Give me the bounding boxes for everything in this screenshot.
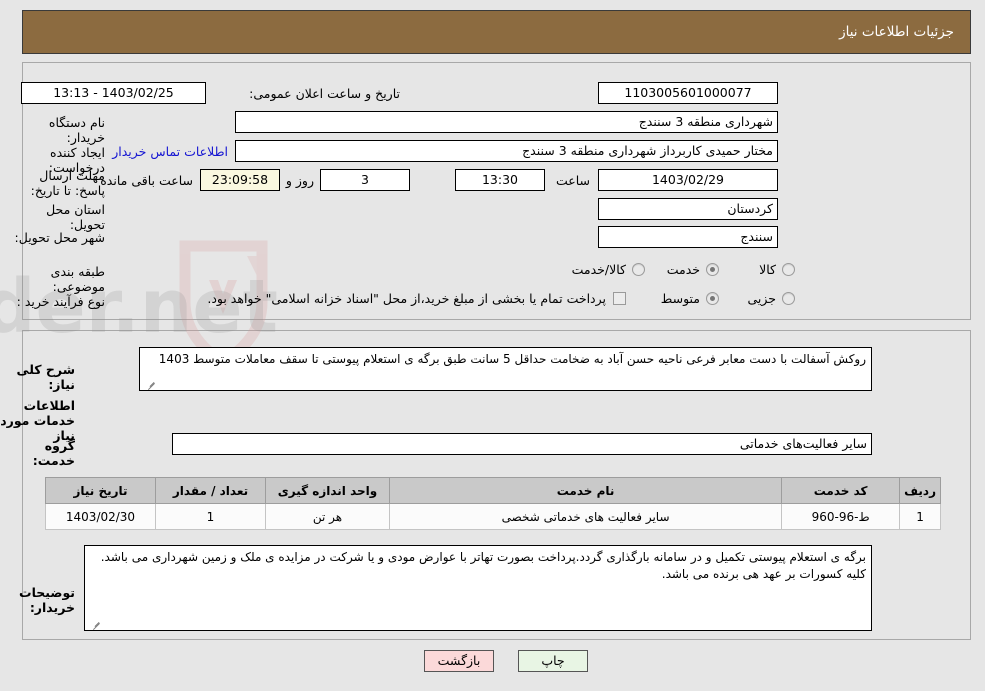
service-group-value: سایر فعالیت‌های خدماتی	[172, 433, 872, 455]
table-row: 1 ط-96-960 سایر فعالیت های خدماتی شخصی ه…	[45, 503, 941, 530]
radio-process-motavasset[interactable]	[706, 292, 719, 305]
cell-unit: هر تن	[265, 503, 390, 530]
print-button[interactable]: چاپ	[518, 650, 588, 672]
hour-label: ساعت	[555, 173, 590, 188]
treasury-bond-label: پرداخت تمام یا بخشی از مبلغ خرید،از محل …	[207, 291, 606, 306]
province-value: کردستان	[598, 198, 778, 220]
buyer-contact-link[interactable]: اطلاعات تماس خریدار	[112, 144, 228, 159]
process-label: نوع فرآیند خرید :	[16, 294, 105, 309]
description-textarea[interactable]: روکش آسفالت با دست معابر فرعی ناحیه حسن …	[139, 347, 872, 391]
cell-quantity: 1	[155, 503, 266, 530]
cell-name: سایر فعالیت های خدماتی شخصی	[388, 503, 783, 530]
days-unit-label: روز و	[285, 173, 314, 188]
need-number-value: 1103005601000077	[598, 82, 778, 104]
province-label: استان محل تحویل:	[46, 202, 105, 232]
radio-category-kala[interactable]	[782, 263, 795, 276]
page-root: AriaTender.net جزئیات اطلاعات نیاز شماره…	[0, 0, 985, 691]
deadline-label: مهلت ارسال پاسخ: تا تاریخ:	[30, 168, 105, 198]
th-code: کد خدمت	[781, 477, 901, 504]
city-label: شهر محل تحویل:	[14, 230, 105, 245]
buyer-org-label: نام دستگاه خریدار:	[48, 115, 105, 145]
buyer-org-value: شهرداری منطقه 3 سنندج	[235, 111, 778, 133]
cell-code: ط-96-960	[781, 503, 901, 530]
treasury-bond-checkbox[interactable]	[613, 292, 626, 305]
services-section-heading: اطلاعات خدمات مورد نیاز	[0, 398, 75, 443]
radio-process-jozi[interactable]	[782, 292, 795, 305]
back-button[interactable]: بازگشت	[424, 650, 494, 672]
countdown-value: 23:09:58	[200, 169, 280, 191]
announce-label: تاریخ و ساعت اعلان عمومی:	[249, 86, 400, 101]
radio-category-kala-khedmat[interactable]	[632, 263, 645, 276]
service-group-label: گروه خدمت:	[32, 438, 75, 468]
table-header-row: ردیف کد خدمت نام خدمت واحد اندازه گیری ت…	[45, 477, 941, 504]
cell-row: 1	[899, 503, 941, 530]
deadline-date: 1403/02/29	[598, 169, 778, 191]
buyer-notes-textarea[interactable]: برگه ی استعلام پیوستی تکمیل و در سامانه …	[84, 545, 872, 631]
radio-category-kala-khedmat-label: کالا/خدمت	[571, 262, 626, 277]
cell-date: 1403/02/30	[45, 503, 156, 530]
category-label: طبقه بندی موضوعی:	[50, 264, 105, 294]
th-quantity: تعداد / مقدار	[155, 477, 266, 504]
page-title: جزئیات اطلاعات نیاز	[839, 24, 954, 40]
th-unit: واحد اندازه گیری	[265, 477, 390, 504]
radio-process-motavasset-label: متوسط	[660, 291, 700, 306]
th-row: ردیف	[899, 477, 941, 504]
page-header: جزئیات اطلاعات نیاز	[22, 10, 971, 54]
deadline-time: 13:30	[455, 169, 545, 191]
announce-value: 1403/02/25 - 13:13	[21, 82, 206, 104]
th-name: نام خدمت	[388, 477, 783, 504]
city-value: سنندج	[598, 226, 778, 248]
description-label: شرح کلی نیاز:	[16, 362, 75, 392]
countdown-unit-label: ساعت باقی مانده	[100, 173, 193, 188]
radio-category-khedmat-label: خدمت	[666, 262, 700, 277]
radio-category-khedmat[interactable]	[706, 263, 719, 276]
th-date: تاریخ نیاز	[45, 477, 156, 504]
creator-value: مختار حمیدی کاربرداز شهرداری منطقه 3 سنن…	[235, 140, 778, 162]
buyer-notes-label: توضیحات خریدار:	[19, 585, 75, 615]
radio-category-kala-label: کالا	[759, 262, 776, 277]
items-table: ردیف کد خدمت نام خدمت واحد اندازه گیری ت…	[45, 477, 941, 530]
days-remaining-value: 3	[320, 169, 410, 191]
radio-process-jozi-label: جزیی	[747, 291, 776, 306]
